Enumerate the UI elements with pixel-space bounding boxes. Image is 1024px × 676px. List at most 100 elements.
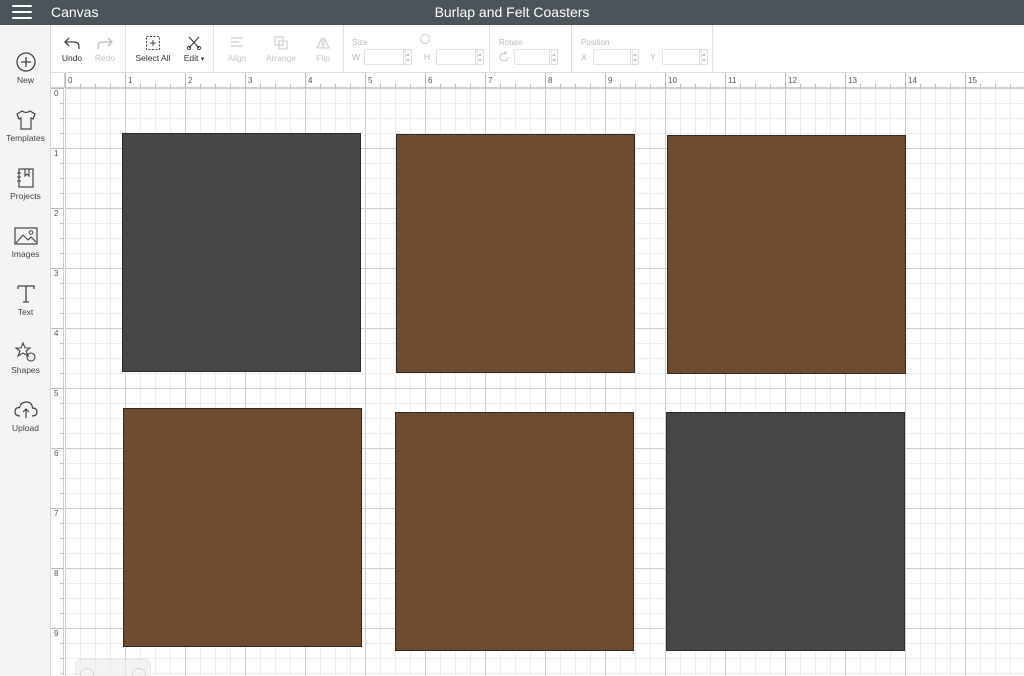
ruler-tick bbox=[60, 613, 64, 614]
ruler-tick bbox=[51, 208, 64, 209]
ruler-tick bbox=[51, 148, 64, 149]
sidebar-item-text[interactable]: Text bbox=[0, 277, 51, 329]
lock-icon[interactable] bbox=[420, 34, 430, 44]
ruler-number-left: 0 bbox=[54, 89, 59, 98]
coaster-gray-bottom-right[interactable] bbox=[666, 412, 905, 651]
ruler-tick bbox=[60, 523, 64, 524]
ruler-vertical: 0 1 2 3 4 5 6 7 8 9 bbox=[51, 88, 64, 676]
height-stepper[interactable] bbox=[475, 49, 484, 65]
edit-button[interactable]: Edit ▾ bbox=[176, 25, 212, 73]
plus-circle-icon bbox=[15, 52, 36, 72]
ruler-tick bbox=[725, 73, 726, 88]
ruler-tick bbox=[665, 73, 666, 88]
x-label: X bbox=[581, 52, 587, 62]
select-all-button[interactable]: Select All bbox=[132, 25, 174, 73]
zoom-out-button[interactable] bbox=[80, 668, 94, 676]
ruler-tick bbox=[60, 553, 64, 554]
sidebar-item-label: Upload bbox=[12, 423, 39, 433]
edit-label: Edit ▾ bbox=[176, 53, 212, 63]
ruler-number-left: 6 bbox=[54, 449, 59, 458]
zoom-in-button[interactable] bbox=[132, 668, 146, 676]
selection-group: Select All Edit ▾ bbox=[126, 25, 214, 73]
coaster-gray-top-left[interactable] bbox=[122, 133, 361, 372]
ruler-tick bbox=[60, 403, 64, 404]
ruler-tick bbox=[60, 118, 64, 119]
rotate-stepper[interactable] bbox=[549, 49, 558, 65]
ruler-number-top: 10 bbox=[668, 76, 677, 85]
ruler-tick bbox=[51, 88, 64, 89]
ruler-number-left: 2 bbox=[54, 209, 59, 218]
ruler-number-left: 7 bbox=[54, 509, 59, 518]
sidebar-item-projects[interactable]: Projects bbox=[0, 161, 51, 213]
ruler-number-top: 12 bbox=[788, 76, 797, 85]
redo-label: Redo bbox=[94, 53, 116, 63]
coaster-brown-bottom-left[interactable] bbox=[123, 408, 362, 647]
ruler-tick bbox=[60, 358, 64, 359]
align-button[interactable]: Align bbox=[218, 25, 256, 73]
ruler-tick bbox=[365, 73, 366, 88]
x-input[interactable] bbox=[593, 49, 633, 65]
arrange-button[interactable]: Arrange bbox=[258, 25, 304, 73]
redo-button[interactable]: Redo bbox=[89, 25, 121, 73]
ruler-tick bbox=[60, 673, 64, 674]
ruler-tick bbox=[51, 568, 64, 569]
notebook-icon bbox=[16, 168, 34, 188]
hamburger-menu-icon[interactable] bbox=[12, 5, 32, 20]
sidebar-item-upload[interactable]: Upload bbox=[0, 393, 51, 445]
ruler-tick bbox=[185, 73, 186, 88]
x-stepper[interactable] bbox=[630, 49, 639, 65]
sidebar-item-new[interactable]: New bbox=[0, 45, 51, 97]
image-icon bbox=[13, 227, 38, 245]
redo-icon bbox=[97, 37, 113, 49]
ruler-tick bbox=[60, 598, 64, 599]
cloud-upload-icon bbox=[13, 401, 38, 418]
ruler-tick bbox=[60, 238, 64, 239]
width-stepper[interactable] bbox=[403, 49, 412, 65]
y-stepper[interactable] bbox=[699, 49, 708, 65]
rotate-group: Rotate bbox=[490, 25, 572, 73]
scissors-pencil-icon bbox=[186, 36, 202, 50]
ruler-number-left: 9 bbox=[54, 629, 59, 638]
ruler-tick bbox=[51, 628, 64, 629]
ruler-tick bbox=[905, 73, 906, 88]
flip-button[interactable]: Flip bbox=[306, 25, 340, 73]
undo-button[interactable]: Undo bbox=[56, 25, 88, 73]
ruler-tick bbox=[51, 268, 64, 269]
ruler-tick bbox=[60, 313, 64, 314]
arrange-group: Align Arrange Flip bbox=[214, 25, 344, 73]
ruler-number-top: 0 bbox=[68, 76, 73, 85]
ruler-tick bbox=[60, 133, 64, 134]
ruler-tick bbox=[60, 223, 64, 224]
ruler-number-top: 3 bbox=[248, 76, 253, 85]
ruler-number-left: 1 bbox=[54, 149, 59, 158]
sidebar-item-images[interactable]: Images bbox=[0, 219, 51, 271]
ruler-number-top: 6 bbox=[428, 76, 433, 85]
sidebar-item-shapes[interactable]: Shapes bbox=[0, 335, 51, 387]
ruler-tick bbox=[605, 73, 606, 88]
design-canvas[interactable] bbox=[65, 88, 1024, 676]
sidebar-item-label: Projects bbox=[10, 191, 41, 201]
coaster-brown-top-right[interactable] bbox=[667, 135, 906, 374]
ruler-tick bbox=[60, 538, 64, 539]
ruler-tick bbox=[51, 388, 64, 389]
y-input[interactable] bbox=[662, 49, 702, 65]
ruler-tick bbox=[305, 73, 306, 88]
ruler-tick bbox=[51, 328, 64, 329]
flip-icon bbox=[316, 37, 330, 49]
coaster-brown-bottom-middle[interactable] bbox=[395, 412, 634, 651]
width-label: W bbox=[352, 52, 361, 62]
sidebar-item-templates[interactable]: Templates bbox=[0, 103, 51, 155]
align-icon bbox=[231, 37, 243, 47]
chevron-down-icon: ▾ bbox=[200, 56, 205, 63]
ruler-number-top: 4 bbox=[308, 76, 313, 85]
app-title: Canvas bbox=[51, 4, 99, 20]
width-input[interactable] bbox=[364, 49, 406, 65]
ruler-tick bbox=[51, 508, 64, 509]
ruler-tick bbox=[60, 103, 64, 104]
size-caption: Size bbox=[352, 38, 368, 47]
zoom-control[interactable] bbox=[75, 659, 151, 676]
rotate-input[interactable] bbox=[514, 49, 552, 65]
height-input[interactable] bbox=[436, 49, 478, 65]
flip-label: Flip bbox=[316, 53, 330, 63]
coaster-brown-top-middle[interactable] bbox=[396, 134, 635, 373]
